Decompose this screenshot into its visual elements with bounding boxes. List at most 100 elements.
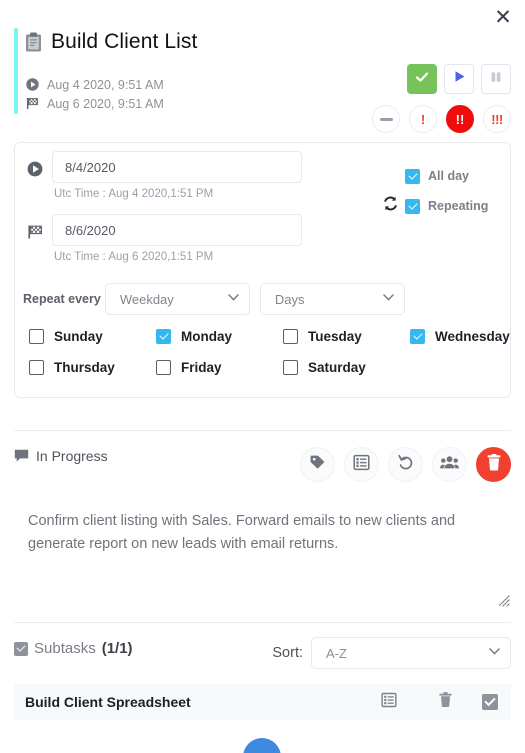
repeating-label: Repeating	[428, 199, 489, 213]
page-title: Build Client List	[25, 30, 197, 54]
flag-icon	[27, 214, 52, 245]
task-dates: Aug 4 2020, 9:51 AM Aug 6 2020, 9:51 AM	[26, 75, 164, 113]
complete-button[interactable]	[407, 64, 437, 94]
close-icon[interactable]: ✕	[490, 4, 516, 30]
day-label: Wednesday	[435, 329, 510, 344]
start-button[interactable]	[444, 64, 474, 94]
day-checkbox-tuesday[interactable]: Tuesday	[283, 329, 410, 344]
subtasks-count: (1/1)	[101, 640, 133, 657]
repeat-every-label: Repeat every	[23, 292, 101, 306]
priority-high-button[interactable]: !!!	[483, 105, 511, 133]
comment-icon	[14, 449, 29, 463]
day-label: Tuesday	[308, 329, 362, 344]
subtask-delete-button[interactable]	[428, 691, 462, 713]
start-date-line: Aug 4 2020, 9:51 AM	[26, 75, 164, 94]
list-icon	[353, 454, 370, 476]
day-checkbox-monday[interactable]: Monday	[156, 329, 283, 344]
checkbox-box[interactable]	[410, 329, 425, 344]
subtasks-toggle-checkbox[interactable]	[14, 641, 28, 656]
users-icon	[440, 455, 459, 475]
all-day-checkbox[interactable]	[405, 168, 420, 184]
pause-button[interactable]	[481, 64, 511, 94]
check-icon	[414, 69, 430, 90]
repeat-every-row: Repeat every Weekday Days	[23, 283, 405, 315]
pause-icon	[489, 70, 503, 89]
day-label: Saturday	[308, 360, 366, 375]
start-date-field: Utc Time : Aug 4 2020,1:51 PM	[27, 151, 302, 200]
repeat-days-grid: Sunday Monday Tuesday Wednesday Thursday…	[29, 329, 510, 375]
day-checkbox-saturday[interactable]: Saturday	[283, 360, 410, 375]
checkbox-box[interactable]	[283, 329, 298, 344]
tag-icon	[309, 454, 326, 476]
checkbox-box[interactable]	[29, 360, 44, 375]
list-button[interactable]	[344, 447, 379, 482]
subtask-list-button[interactable]	[372, 692, 406, 713]
assign-users-button[interactable]	[432, 447, 467, 482]
play-circle-icon	[26, 78, 39, 91]
subtasks-header: Subtasks (1/1)	[14, 640, 133, 657]
priority-none-button[interactable]	[372, 105, 400, 133]
checkbox-box[interactable]	[29, 329, 44, 344]
all-day-label: All day	[428, 169, 469, 183]
checkbox-box[interactable]	[283, 360, 298, 375]
checkbox-box[interactable]	[156, 329, 171, 344]
flag-icon	[26, 97, 39, 110]
divider	[14, 622, 511, 623]
start-date-text: Aug 4 2020, 9:51 AM	[47, 77, 164, 92]
task-title-text: Build Client List	[51, 30, 198, 53]
task-priority-buttons: ! !! !!!	[372, 105, 511, 133]
end-date-field: Utc Time : Aug 6 2020,1:51 PM	[27, 214, 302, 263]
list-icon	[381, 692, 397, 713]
task-status-buttons	[407, 64, 511, 94]
day-checkbox-thursday[interactable]: Thursday	[29, 360, 156, 375]
day-label: Thursday	[54, 360, 115, 375]
delete-button[interactable]	[476, 447, 511, 482]
repeating-checkbox[interactable]	[405, 198, 420, 214]
end-date-input[interactable]	[52, 214, 302, 246]
description-textarea[interactable]: Confirm client listing with Sales. Forwa…	[14, 500, 511, 612]
add-button[interactable]	[243, 738, 281, 753]
day-label: Sunday	[54, 329, 103, 344]
start-utc-note: Utc Time : Aug 4 2020,1:51 PM	[54, 188, 214, 200]
dash-icon	[379, 117, 393, 121]
subtask-complete-checkbox[interactable]	[482, 694, 498, 710]
subtasks-sort-group: Sort: A-Z	[272, 637, 511, 669]
trash-icon	[486, 453, 502, 476]
end-date-line: Aug 6 2020, 9:51 AM	[26, 94, 164, 113]
day-label: Monday	[181, 329, 233, 344]
priority-medium-button[interactable]: !!	[446, 105, 474, 133]
play-icon	[452, 69, 467, 89]
play-circle-icon	[27, 151, 52, 182]
subtasks-label: Subtasks	[34, 640, 96, 657]
day-checkbox-sunday[interactable]: Sunday	[29, 329, 156, 344]
clipboard-icon	[25, 32, 42, 52]
start-date-input[interactable]	[52, 151, 302, 183]
all-day-option: All day	[383, 165, 488, 187]
tag-button[interactable]	[300, 447, 335, 482]
subtask-name: Build Client Spreadsheet	[25, 694, 191, 710]
day-checkbox-friday[interactable]: Friday	[156, 360, 283, 375]
divider	[14, 430, 511, 431]
schedule-card: Utc Time : Aug 4 2020,1:51 PM Utc Time :…	[14, 142, 511, 398]
end-date-text: Aug 6 2020, 9:51 AM	[47, 96, 164, 111]
sort-select[interactable]: A-Z	[311, 637, 511, 669]
task-status-row: In Progress	[14, 448, 108, 464]
repeat-period-select[interactable]: Days	[259, 283, 405, 315]
repeating-option: Repeating	[383, 195, 488, 217]
schedule-options: All day Repeating	[383, 165, 488, 225]
task-detail-panel: ✕ Build Client List Aug 4 2020, 9:51 AM …	[0, 0, 525, 753]
task-color-accent-bar	[14, 28, 18, 114]
repeat-icon	[383, 196, 405, 216]
history-button[interactable]	[388, 447, 423, 482]
repeat-unit-select[interactable]: Weekday	[104, 283, 250, 315]
trash-icon	[438, 691, 453, 713]
sort-label: Sort:	[272, 645, 303, 661]
table-row[interactable]: Build Client Spreadsheet	[14, 684, 511, 720]
priority-low-button[interactable]: !	[409, 105, 437, 133]
end-utc-note: Utc Time : Aug 6 2020,1:51 PM	[54, 251, 214, 263]
day-checkbox-wednesday[interactable]: Wednesday	[410, 329, 525, 344]
day-label: Friday	[181, 360, 222, 375]
task-action-buttons	[300, 447, 511, 482]
undo-icon	[397, 453, 415, 476]
checkbox-box[interactable]	[156, 360, 171, 375]
